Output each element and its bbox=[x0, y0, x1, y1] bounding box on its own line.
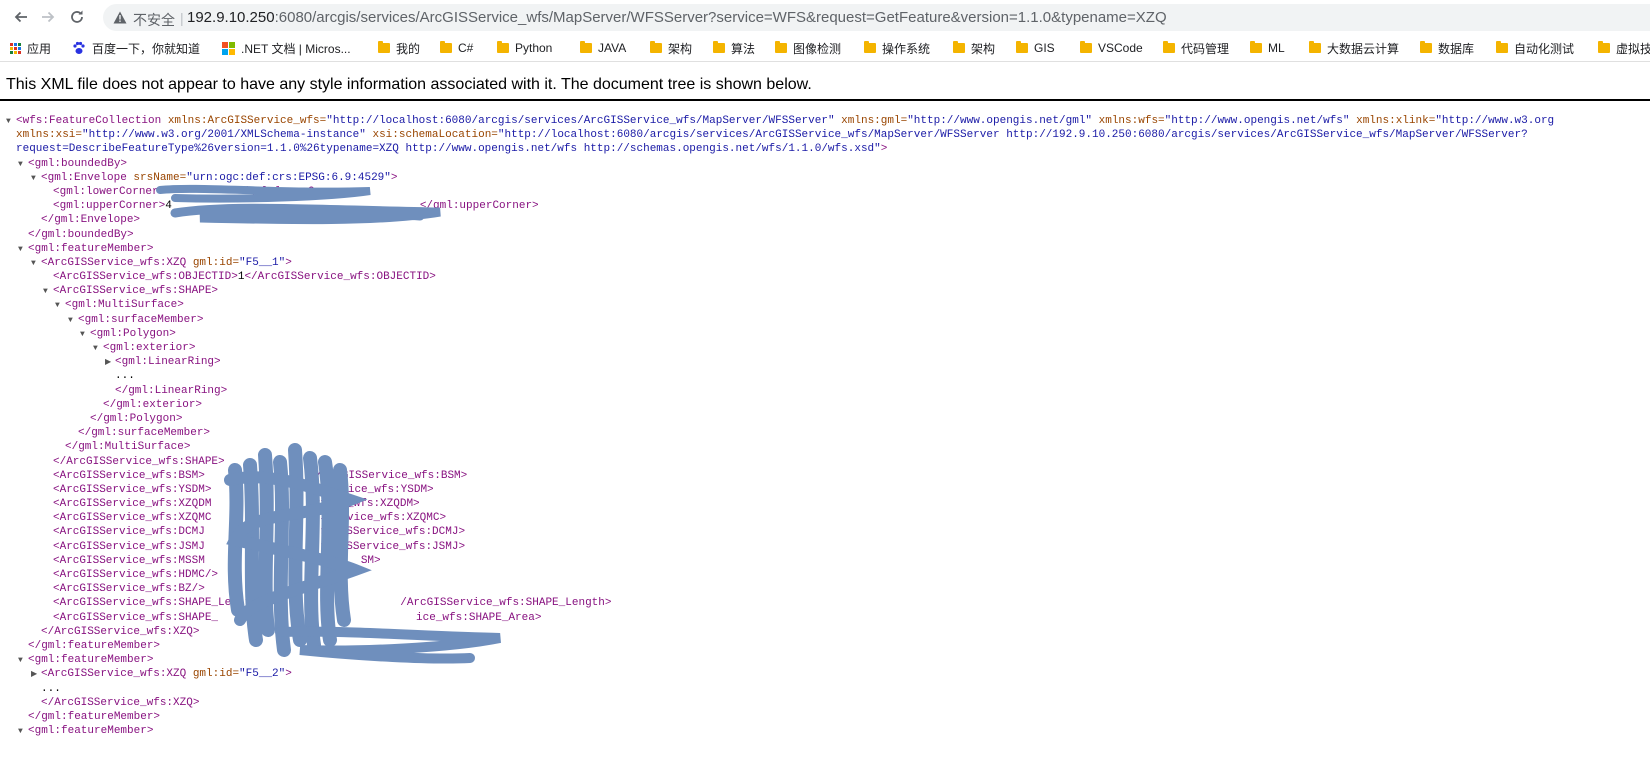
redaction-scribble bbox=[156, 184, 501, 664]
